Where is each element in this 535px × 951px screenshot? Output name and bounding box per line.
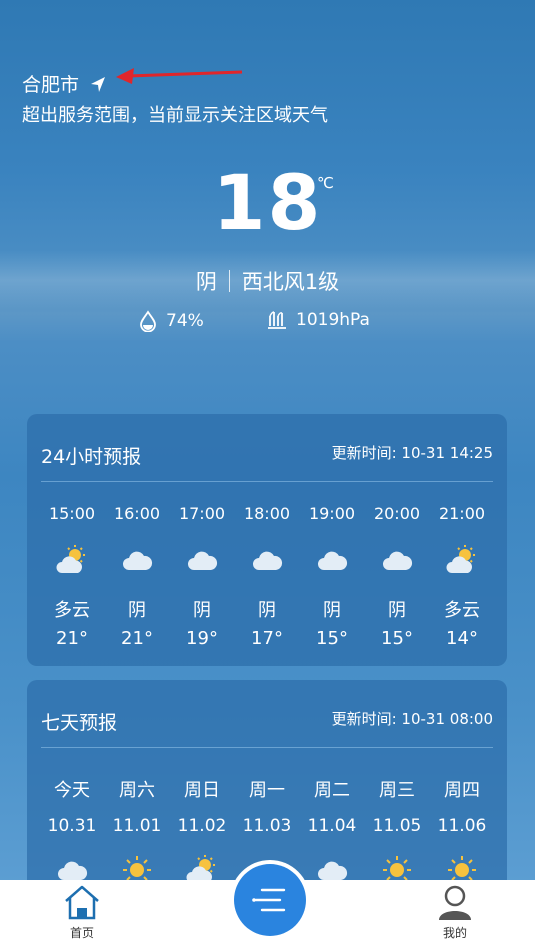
weekly-date: 11.03	[242, 816, 292, 836]
hourly-condition: 阴	[258, 600, 276, 621]
weekly-day: 周四	[444, 780, 480, 801]
temperature-unit: ℃	[317, 174, 334, 192]
hourly-temperature: 14°	[446, 628, 478, 649]
weekly-item[interactable]: 周二 11.04	[301, 776, 363, 890]
hourly-temperature: 15°	[316, 628, 348, 649]
tab-home-label: 首页	[69, 926, 94, 940]
weekly-updated: 更新时间: 10-31 08:00	[331, 710, 493, 728]
current-temperature-block: 18 ℃	[0, 160, 535, 246]
weekly-item[interactable]: 今天 10.31	[41, 776, 103, 890]
weekly-day: 周日	[184, 780, 220, 801]
hourly-item: 16:00 阴 21°	[106, 504, 168, 649]
hourly-card-header: 24小时预报 更新时间: 10-31 14:25	[41, 414, 493, 482]
tab-home[interactable]: 首页	[52, 884, 112, 941]
hourly-time: 18:00	[243, 504, 291, 523]
hourly-title: 24小时预报	[41, 446, 142, 468]
city-name: 合肥市	[22, 74, 80, 96]
condition-row: 阴 西北风1级	[0, 266, 535, 296]
hourly-condition: 阴	[388, 600, 406, 621]
menu-lines-icon	[252, 888, 286, 912]
weekly-item[interactable]: 周四 11.06	[431, 776, 493, 890]
user-icon	[439, 885, 471, 920]
humidity-stat: 74%	[138, 310, 204, 332]
hourly-temperature: 21°	[121, 628, 153, 649]
hourly-condition: 阴	[323, 600, 341, 621]
weekly-day: 周三	[379, 780, 415, 801]
cloud-icon	[366, 538, 428, 582]
hourly-time: 15:00	[48, 504, 96, 523]
hourly-list: 15:00 多云 21° 16:00 阴 21° 17:00 阴 19° 18:00 阴 17° 19:…	[41, 504, 493, 649]
hourly-time: 16:00	[113, 504, 161, 523]
current-condition: 阴	[195, 270, 217, 294]
hourly-item: 18:00 阴 17°	[236, 504, 298, 649]
humidity-value: 74%	[166, 311, 204, 331]
weekly-card-header: 七天预报 更新时间: 10-31 08:00	[41, 680, 493, 748]
annotation-arrow-icon	[116, 68, 243, 84]
pressure-icon	[268, 311, 286, 329]
divider	[228, 270, 230, 292]
hourly-condition: 阴	[128, 600, 146, 621]
pressure-value: 1019hPa	[296, 310, 370, 330]
current-temperature: 18	[212, 158, 323, 247]
hourly-item: 15:00 多云 21°	[41, 504, 103, 649]
partly-cloudy-icon	[431, 538, 493, 582]
hourly-item: 20:00 阴 15°	[366, 504, 428, 649]
weekly-title: 七天预报	[41, 712, 118, 734]
partly-cloudy-icon	[41, 538, 103, 582]
hourly-temperature: 17°	[251, 628, 283, 649]
weekly-item[interactable]: 周三 11.05	[366, 776, 428, 890]
hourly-item: 21:00 多云 14°	[431, 504, 493, 649]
weekly-date: 11.06	[437, 816, 487, 836]
hourly-time: 19:00	[308, 504, 356, 523]
pressure-stat: 1019hPa	[266, 310, 370, 330]
weekly-date: 10.31	[47, 816, 97, 836]
weekly-date: 11.01	[112, 816, 162, 836]
weekly-day: 周一	[249, 780, 285, 801]
current-wind: 西北风1级	[241, 270, 340, 294]
weekly-date: 11.02	[177, 816, 227, 836]
location-arrow-icon[interactable]	[87, 73, 109, 95]
hourly-condition: 多云	[54, 600, 90, 621]
hourly-temperature: 21°	[56, 628, 88, 649]
tab-mine[interactable]: 我的	[425, 884, 485, 941]
hourly-condition: 多云	[444, 600, 480, 621]
hourly-temperature: 15°	[381, 628, 413, 649]
menu-fab-button[interactable]	[234, 864, 306, 936]
hourly-item: 19:00 阴 15°	[301, 504, 363, 649]
humidity-icon	[140, 310, 156, 332]
hourly-time: 17:00	[178, 504, 226, 523]
hourly-time: 21:00	[438, 504, 486, 523]
home-icon	[65, 885, 99, 920]
hourly-updated: 更新时间: 10-31 14:25	[331, 444, 493, 462]
weekly-day: 周六	[119, 780, 155, 801]
weekly-day: 今天	[54, 780, 90, 801]
cloud-icon	[171, 538, 233, 582]
hourly-item: 17:00 阴 19°	[171, 504, 233, 649]
cloud-icon	[236, 538, 298, 582]
hourly-forecast-card: 24小时预报 更新时间: 10-31 14:25 15:00 多云 21° 16:00…	[27, 414, 507, 666]
weekly-day: 周二	[314, 780, 350, 801]
hourly-condition: 阴	[193, 600, 211, 621]
tab-mine-label: 我的	[442, 926, 467, 940]
cloud-icon	[301, 538, 363, 582]
service-notice: 超出服务范围，当前显示关注区域天气	[22, 105, 328, 126]
cloud-icon	[106, 538, 168, 582]
hourly-temperature: 19°	[186, 628, 218, 649]
hourly-time: 20:00	[373, 504, 421, 523]
weekly-date: 11.04	[307, 816, 357, 836]
weekly-item[interactable]: 周日 11.02	[171, 776, 233, 890]
weekly-item[interactable]: 周六 11.01	[106, 776, 168, 890]
weekly-date: 11.05	[372, 816, 422, 836]
location-row[interactable]: 合肥市	[22, 70, 109, 97]
